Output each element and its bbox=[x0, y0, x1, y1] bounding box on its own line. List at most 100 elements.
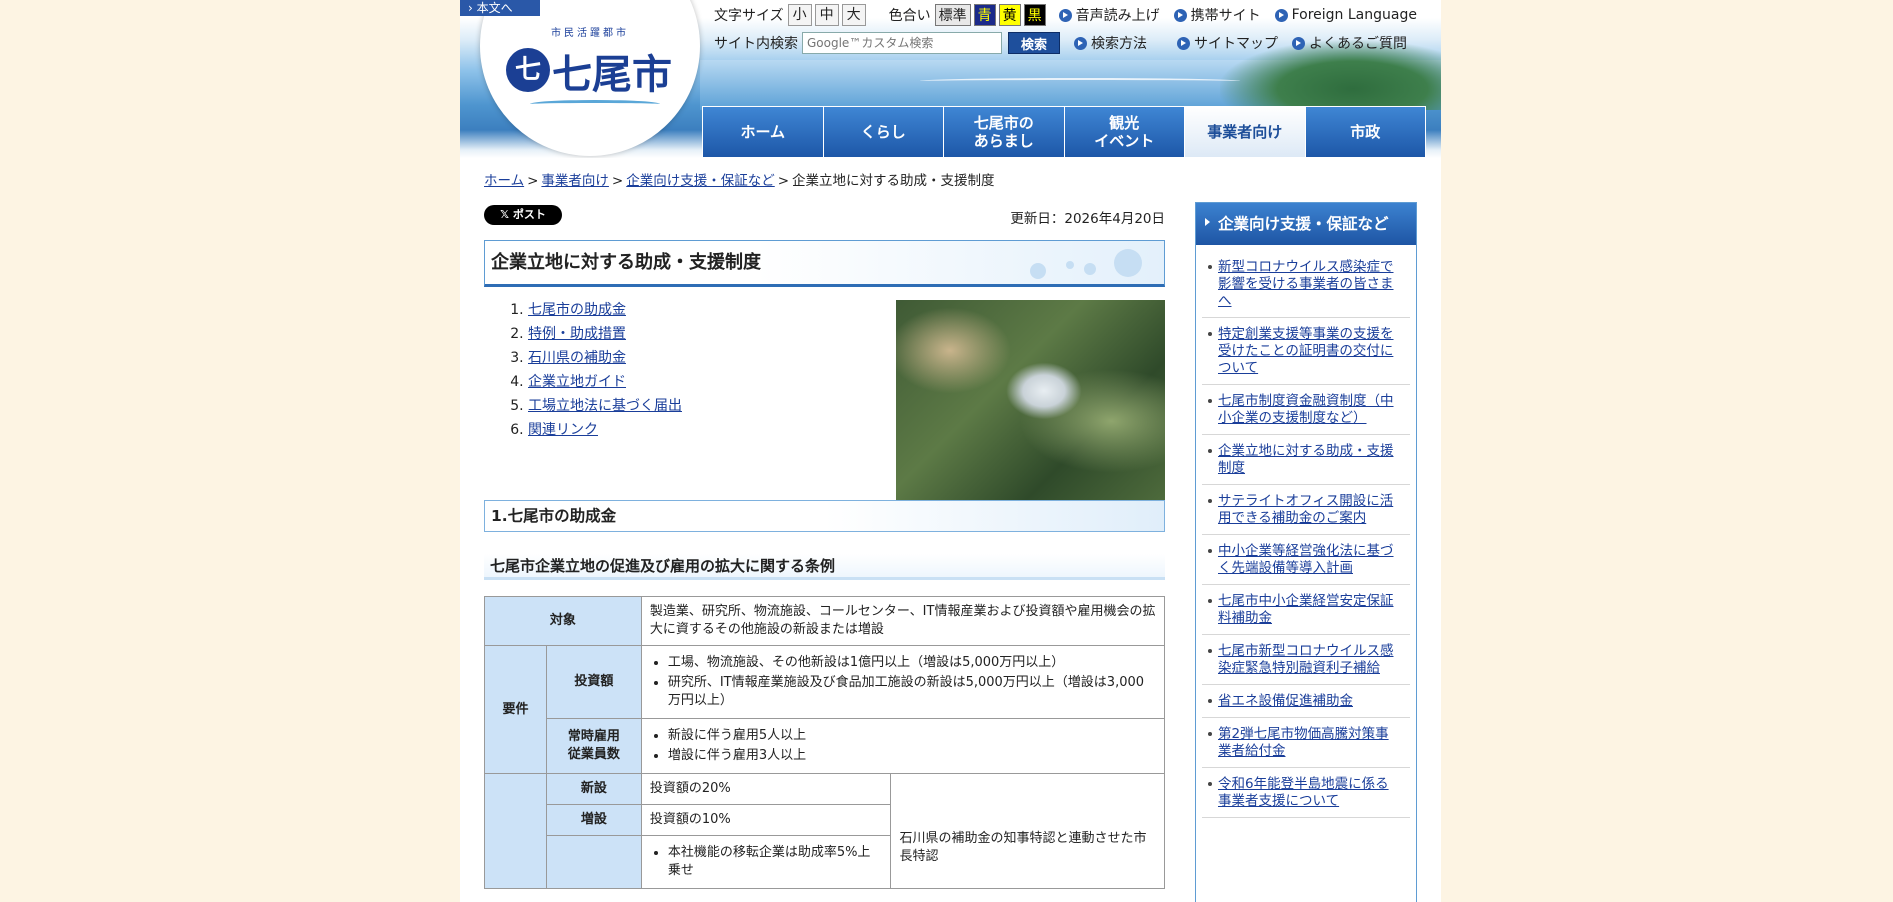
toc-item: 石川県の補助金 bbox=[528, 346, 682, 370]
updated-date: 更新日：2026年4月20日 bbox=[1010, 211, 1165, 227]
toc-item: 関連リンク bbox=[528, 418, 682, 442]
sidebar-item: 特定創業支援等事業の支援を受けたことの証明書の交付について bbox=[1202, 318, 1410, 385]
arrow-circle-icon bbox=[1177, 36, 1190, 50]
toc-link-location-guide[interactable]: 企業立地ガイド bbox=[528, 374, 626, 390]
sidebar: 企業向け支援・保証など 新型コロナウイルス感染症で影響を受ける事業者の皆さまへ … bbox=[1195, 202, 1417, 902]
nav-city-government[interactable]: 市政 bbox=[1305, 107, 1425, 157]
table-cell-expand: 投資額の10% bbox=[640, 804, 892, 836]
list-item: 工場、物流施設、その他新設は1億円以上（増設は5,000万円以上） bbox=[668, 654, 1156, 672]
table-cell-new: 投資額の20% bbox=[640, 773, 892, 805]
sidebar-item: 新型コロナウイルス感染症で影響を受ける事業者の皆さまへ bbox=[1202, 251, 1410, 318]
table-row: 新設 投資額の20% 石川県の補助金の知事特認と連動させた市長特認 bbox=[484, 773, 1165, 889]
x-post-label: ポスト bbox=[512, 208, 546, 221]
toc-link-prefecture-subsidies[interactable]: 石川県の補助金 bbox=[528, 350, 626, 366]
table-header-employment: 常時雇用 従業員数 bbox=[545, 718, 642, 774]
text-size-medium-button[interactable]: 中 bbox=[814, 4, 839, 26]
nav-living[interactable]: くらし bbox=[823, 107, 944, 157]
nav-tourism-events[interactable]: 観光 イベント bbox=[1064, 107, 1185, 157]
logo-tagline: 市民活躍都市 bbox=[551, 28, 629, 39]
nav-business[interactable]: 事業者向け bbox=[1185, 107, 1306, 157]
arrow-circle-icon bbox=[1292, 36, 1305, 50]
sidebar-title: 企業向け支援・保証など bbox=[1196, 203, 1416, 245]
table-of-contents: 七尾市の助成金 特例・助成措置 石川県の補助金 企業立地ガイド 工場立地法に基づ… bbox=[528, 298, 682, 442]
site-header: 市民活躍都市 七 七尾市 › 本文へ 文字サイズ 小 中 大 色合い 標準 青 … bbox=[460, 0, 1441, 158]
breadcrumb-home-link[interactable]: ホーム bbox=[484, 173, 524, 189]
site-logo[interactable]: 市民活躍都市 七 七尾市 bbox=[480, 0, 700, 156]
breadcrumb-current: 企業立地に対する助成・支援制度 bbox=[792, 173, 995, 189]
breadcrumb-separator: > bbox=[611, 173, 624, 189]
faq-link[interactable]: よくあるご質問 bbox=[1292, 33, 1407, 53]
site-search-button[interactable]: 検索 bbox=[1008, 32, 1060, 54]
x-logo-icon: 𝕏 bbox=[500, 208, 513, 221]
page-title-text: 企業立地に対する助成・支援制度 bbox=[491, 252, 761, 273]
toc-link-factory-notification[interactable]: 工場立地法に基づく届出 bbox=[528, 398, 682, 414]
sidebar-link-covid-support[interactable]: 新型コロナウイルス感染症で影響を受ける事業者の皆さまへ bbox=[1218, 259, 1394, 309]
sidebar-link-advanced-equipment[interactable]: 中小企業等経営強化法に基づく先端設備等導入計画 bbox=[1218, 543, 1394, 576]
toc-link-related-links[interactable]: 関連リンク bbox=[528, 422, 598, 438]
toc-item: 工場立地法に基づく届出 bbox=[528, 394, 682, 418]
table-header-new: 新設 bbox=[545, 773, 642, 805]
nav-about-city[interactable]: 七尾市の あらまし bbox=[944, 107, 1065, 157]
color-yellow-button[interactable]: 黄 bbox=[998, 4, 1021, 26]
table-header-target: 対象 bbox=[484, 596, 642, 646]
table-header-hq bbox=[545, 835, 642, 889]
color-black-button[interactable]: 黒 bbox=[1023, 4, 1046, 26]
utility-row-2: サイト内検索 検索 検索方法 サイトマップ よくあるご質問 bbox=[714, 31, 1407, 55]
breadcrumb-separator: > bbox=[777, 173, 790, 189]
arrow-circle-icon bbox=[1173, 8, 1187, 22]
x-post-button[interactable]: 𝕏 ポスト bbox=[484, 205, 562, 225]
sidebar-item: 省エネ設備促進補助金 bbox=[1202, 685, 1410, 718]
decorative-bubbles-icon bbox=[1026, 247, 1156, 281]
text-size-label: 文字サイズ bbox=[714, 8, 784, 24]
industrial-park-aerial-photo bbox=[896, 300, 1165, 502]
color-standard-button[interactable]: 標準 bbox=[934, 4, 971, 26]
table-row: 常時雇用 従業員数 新設に伴う雇用5人以上 増設に伴う雇用3人以上 bbox=[485, 718, 1166, 774]
table-header-investment: 投資額 bbox=[545, 645, 642, 719]
voice-reading-link[interactable]: 音声読み上げ bbox=[1058, 5, 1160, 25]
sidebar-link-guarantee-subsidy[interactable]: 七尾市中小企業経営安定保証料補助金 bbox=[1218, 593, 1394, 626]
sidebar-item: 令和6年能登半島地震に係る事業者支援について bbox=[1202, 768, 1410, 818]
breadcrumb-business-link[interactable]: 事業者向け bbox=[541, 173, 609, 189]
sidebar-item: 中小企業等経営強化法に基づく先端設備等導入計画 bbox=[1202, 535, 1410, 585]
sidebar-link-energy-saving[interactable]: 省エネ設備促進補助金 bbox=[1218, 693, 1353, 709]
toc-link-special-measures[interactable]: 特例・助成措置 bbox=[528, 326, 626, 342]
site-search-input[interactable] bbox=[802, 32, 1002, 54]
arrow-circle-icon bbox=[1074, 36, 1087, 50]
color-blue-button[interactable]: 青 bbox=[973, 4, 996, 26]
sidebar-link-location-grants[interactable]: 企業立地に対する助成・支援制度 bbox=[1218, 443, 1394, 476]
breadcrumb-support-link[interactable]: 企業向け支援・保証など bbox=[626, 173, 775, 189]
arrow-circle-icon bbox=[1058, 8, 1072, 22]
sidebar-link-startup-certificate[interactable]: 特定創業支援等事業の支援を受けたことの証明書の交付について bbox=[1218, 326, 1394, 376]
logo-wave-icon bbox=[530, 100, 660, 108]
sidebar-link-loan-system[interactable]: 七尾市制度資金融資制度（中小企業の支援制度など） bbox=[1218, 393, 1394, 426]
foreign-language-link[interactable]: Foreign Language bbox=[1274, 7, 1417, 23]
text-size-large-button[interactable]: 大 bbox=[841, 4, 866, 26]
toc-link-city-grants[interactable]: 七尾市の助成金 bbox=[528, 302, 626, 318]
sidebar-link-earthquake-support[interactable]: 令和6年能登半島地震に係る事業者支援について bbox=[1218, 776, 1389, 809]
search-method-link[interactable]: 検索方法 bbox=[1074, 33, 1147, 53]
nav-home[interactable]: ホーム bbox=[703, 107, 824, 157]
breadcrumb-separator: > bbox=[527, 173, 539, 189]
site-search-label: サイト内検索 bbox=[714, 36, 798, 52]
table-cell-special-note: 石川県の補助金の知事特認と連動させた市長特認 bbox=[890, 773, 1165, 889]
sidebar-item: 七尾市制度資金融資制度（中小企業の支援制度など） bbox=[1202, 385, 1410, 435]
sidebar-item: 第2弾七尾市物価高騰対策事業者給付金 bbox=[1202, 718, 1410, 768]
page: 市民活躍都市 七 七尾市 › 本文へ 文字サイズ 小 中 大 色合い 標準 青 … bbox=[460, 0, 1441, 902]
sidebar-link-covid-loan-interest[interactable]: 七尾市新型コロナウイルス感染症緊急特別融資利子補給 bbox=[1218, 643, 1394, 676]
table-row: 対象 製造業、研究所、物流施設、コールセンター、IT情報産業および投資額や雇用機… bbox=[484, 596, 1166, 646]
text-size-small-button[interactable]: 小 bbox=[787, 4, 812, 26]
sidebar-link-price-relief[interactable]: 第2弾七尾市物価高騰対策事業者給付金 bbox=[1218, 726, 1389, 759]
table-header-grant-rate bbox=[484, 773, 547, 889]
skip-link-label: 本文へ bbox=[476, 1, 513, 15]
sidebar-item: 七尾市新型コロナウイルス感染症緊急特別融資利子補給 bbox=[1202, 635, 1410, 685]
skip-to-content-link[interactable]: › 本文へ bbox=[460, 0, 540, 16]
global-nav: ホーム くらし 七尾市の あらまし 観光 イベント 事業者向け 市政 bbox=[702, 106, 1426, 158]
list-item: 本社機能の移転企業は助成率5%上乗せ bbox=[668, 844, 883, 880]
sitemap-link[interactable]: サイトマップ bbox=[1177, 33, 1278, 53]
sidebar-link-satellite-office[interactable]: サテライトオフィス開設に活用できる補助金のご案内 bbox=[1218, 493, 1393, 526]
arrow-circle-icon bbox=[1274, 8, 1288, 22]
page-title: 企業立地に対する助成・支援制度 bbox=[484, 240, 1165, 287]
breadcrumb: ホーム > 事業者向け > 企業向け支援・保証など > 企業立地に対する助成・支援制度 bbox=[484, 169, 995, 189]
toc-item: 特例・助成措置 bbox=[528, 322, 682, 346]
mobile-site-link[interactable]: 携帯サイト bbox=[1173, 5, 1261, 25]
